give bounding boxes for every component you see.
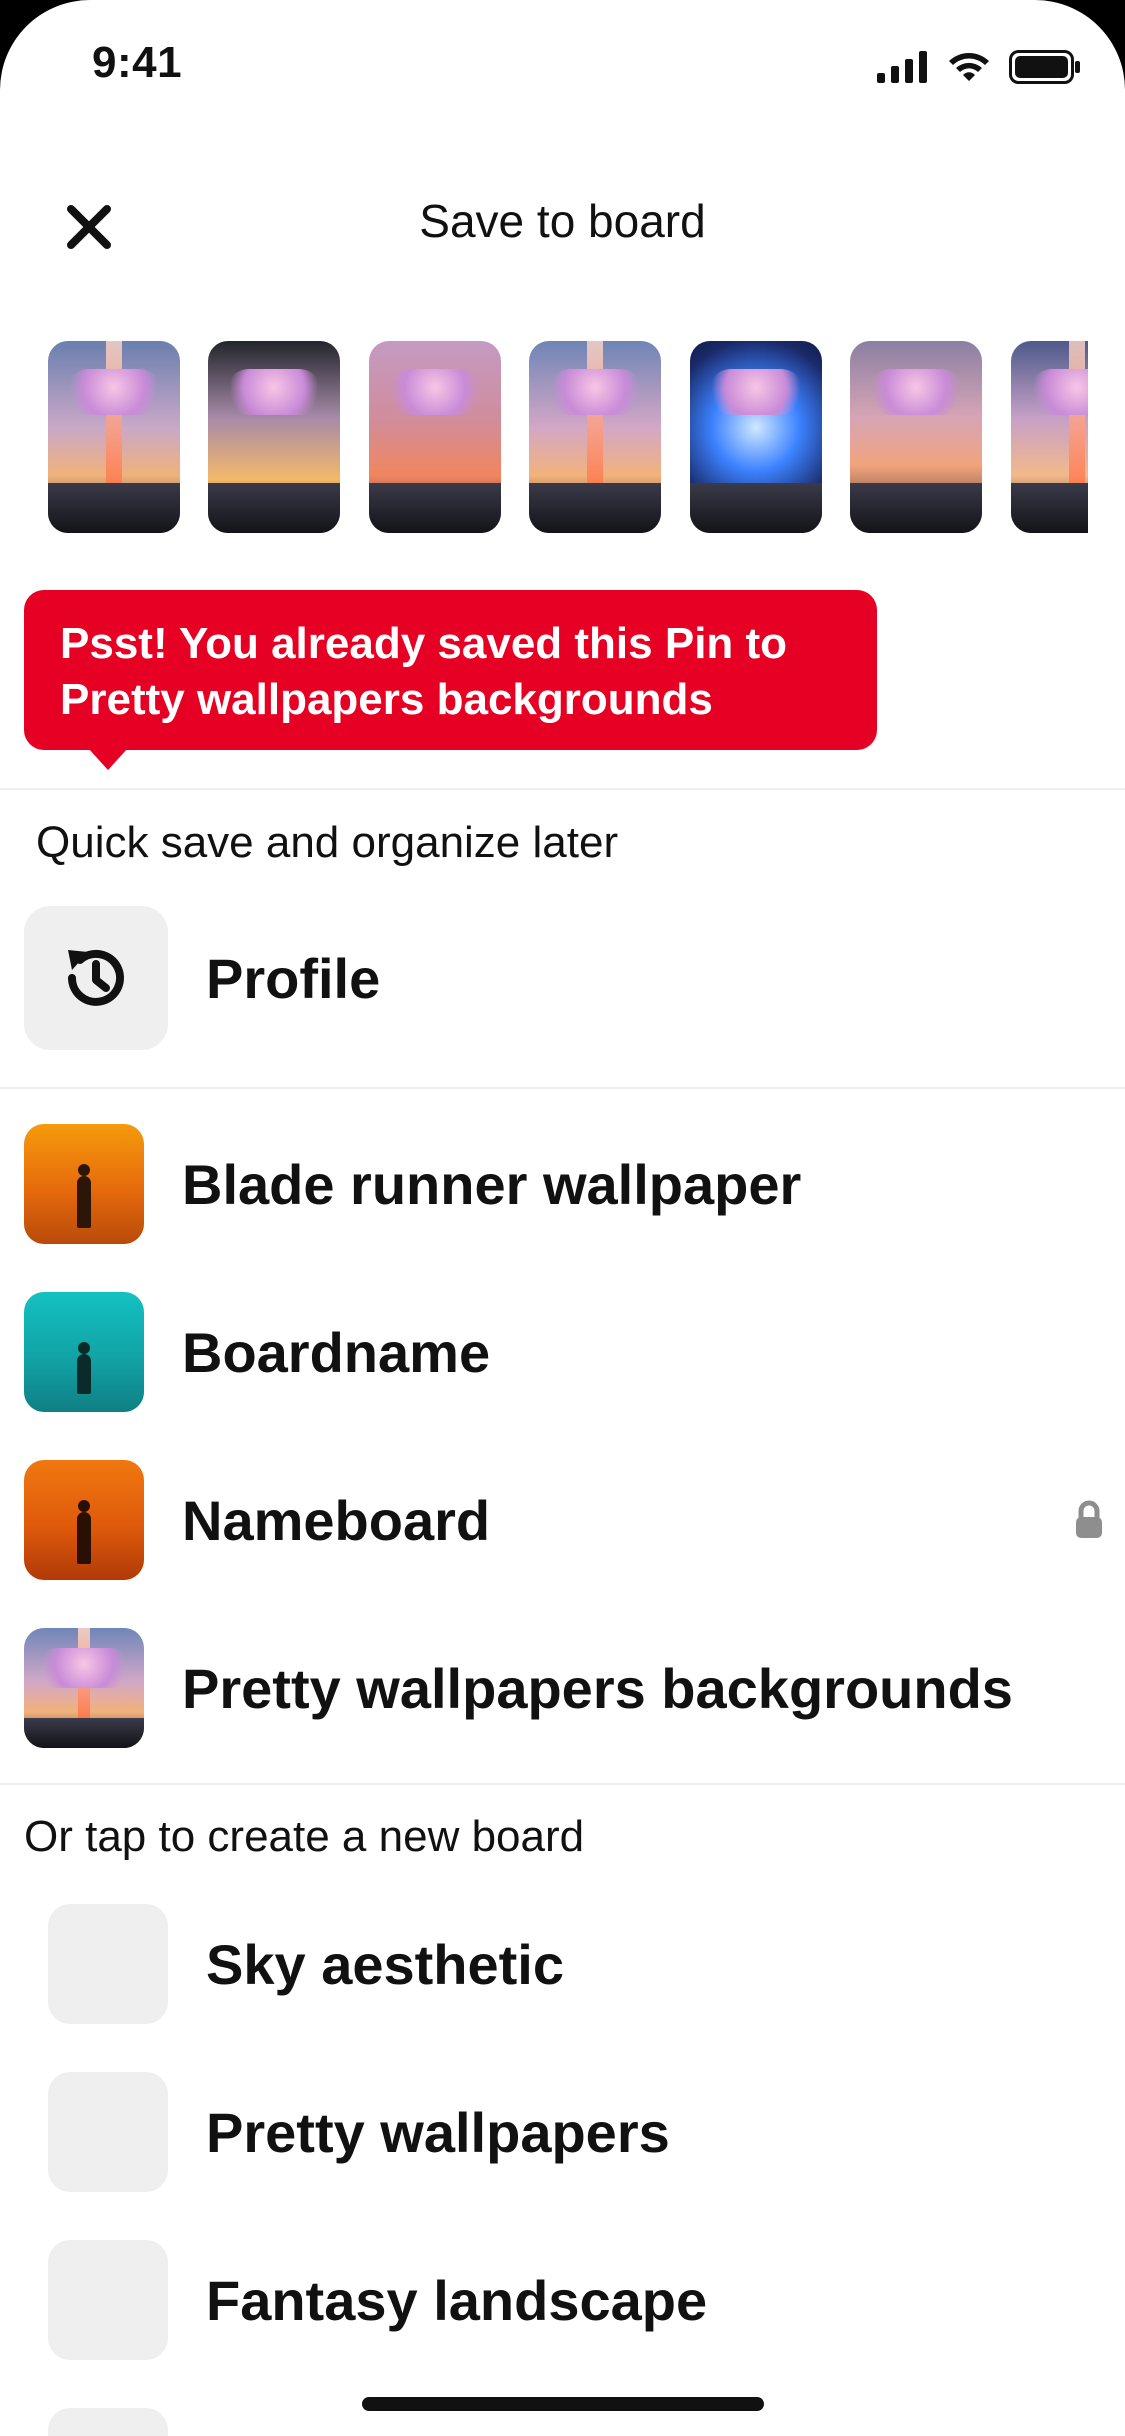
pin-thumbnail-strip[interactable] xyxy=(48,341,1088,535)
cloud-shape xyxy=(66,369,162,415)
new-board-suggestion-fantasy-landscape[interactable]: Fantasy landscape xyxy=(48,2240,1108,2360)
board-row-boardname[interactable]: Boardname xyxy=(24,1292,1104,1412)
cloud-shape xyxy=(386,369,483,415)
pin-thumbnail[interactable] xyxy=(48,341,180,533)
light-beam xyxy=(587,341,604,501)
ground-shape xyxy=(24,1718,144,1748)
board-name: Pretty wallpapers backgrounds xyxy=(182,1656,1013,1720)
board-name: Blade runner wallpaper xyxy=(182,1152,802,1216)
ground-shape xyxy=(368,483,501,533)
ground-shape xyxy=(850,483,983,533)
divider xyxy=(0,788,1125,790)
save-to-board-screen: 9:41 Save to board Psst! You already sav… xyxy=(0,0,1125,2436)
pin-thumbnail[interactable] xyxy=(689,341,822,533)
history-icon xyxy=(68,949,124,1006)
new-board-suggestion-sky-aesthetic[interactable]: Sky aesthetic xyxy=(48,1904,1108,2024)
silhouette-figure xyxy=(77,1342,91,1394)
pin-thumbnail[interactable] xyxy=(850,341,983,533)
cloud-shape xyxy=(1028,369,1088,415)
board-name: Nameboard xyxy=(182,1488,491,1552)
board-name: Boardname xyxy=(182,1320,491,1384)
light-beam xyxy=(1068,341,1085,501)
suggestion-name: Fantasy landscape xyxy=(206,2268,708,2332)
divider xyxy=(0,1783,1125,1785)
profile-label: Profile xyxy=(206,946,381,1010)
board-row-nameboard[interactable]: Nameboard xyxy=(24,1460,1104,1580)
lock-icon xyxy=(1076,1500,1102,1538)
tooltip-caret xyxy=(88,748,128,770)
ground-shape xyxy=(529,483,662,533)
profile-quick-save-row[interactable]: Profile xyxy=(24,906,1084,1050)
status-time: 9:41 xyxy=(92,38,183,87)
ground-shape xyxy=(208,483,341,533)
new-board-suggestion-pretty-wallpapers[interactable]: Pretty wallpapers xyxy=(48,2072,1108,2192)
board-placeholder xyxy=(48,2240,168,2360)
new-board-suggestion-partial[interactable] xyxy=(48,2408,1108,2436)
already-saved-tooltip: Psst! You already saved this Pin to Pret… xyxy=(24,590,877,770)
header: Save to board xyxy=(0,170,1125,280)
battery-icon xyxy=(1009,50,1081,89)
cloud-shape xyxy=(38,1648,130,1688)
profile-icon-box xyxy=(24,906,168,1050)
board-cover xyxy=(24,1124,144,1244)
board-placeholder xyxy=(48,1904,168,2024)
divider xyxy=(0,1087,1125,1089)
board-row-blade-runner-wallpaper[interactable]: Blade runner wallpaper xyxy=(24,1124,1104,1244)
ground-shape xyxy=(689,483,822,533)
pin-thumbnail[interactable] xyxy=(529,341,662,533)
board-cover xyxy=(24,1460,144,1580)
home-indicator xyxy=(362,2397,764,2411)
board-cover xyxy=(24,1628,144,1748)
pin-thumbnail[interactable] xyxy=(1010,341,1088,533)
board-row-pretty-wallpapers-backgrounds[interactable]: Pretty wallpapers backgrounds xyxy=(24,1628,1104,1748)
pin-thumbnail[interactable] xyxy=(368,341,501,533)
suggestion-name: Sky aesthetic xyxy=(206,1932,564,1996)
cloud-shape xyxy=(547,369,644,415)
light-beam xyxy=(106,341,122,501)
new-board-section-label: Or tap to create a new board xyxy=(24,1812,585,1861)
cloud-shape xyxy=(226,369,323,415)
tooltip-line-1: Psst! You already saved this Pin to xyxy=(60,619,788,668)
tooltip-line-2: Pretty wallpapers backgrounds xyxy=(60,675,713,724)
status-bar: 9:41 xyxy=(0,0,1125,132)
silhouette-figure xyxy=(77,1164,91,1228)
board-placeholder xyxy=(48,2072,168,2192)
signal-icon xyxy=(877,51,929,88)
ground-shape xyxy=(48,483,180,533)
pin-thumbnail[interactable] xyxy=(208,341,341,533)
silhouette-figure xyxy=(77,1500,91,1564)
board-cover xyxy=(24,1292,144,1412)
cloud-shape xyxy=(868,369,965,415)
status-icons xyxy=(877,50,1081,89)
board-placeholder xyxy=(48,2408,168,2436)
page-title: Save to board xyxy=(419,195,706,247)
quick-save-label: Quick save and organize later xyxy=(36,818,619,867)
suggestion-name: Pretty wallpapers xyxy=(206,2100,670,2164)
wifi-icon xyxy=(947,51,991,88)
cloud-shape xyxy=(707,369,804,415)
ground-shape xyxy=(1010,483,1088,533)
